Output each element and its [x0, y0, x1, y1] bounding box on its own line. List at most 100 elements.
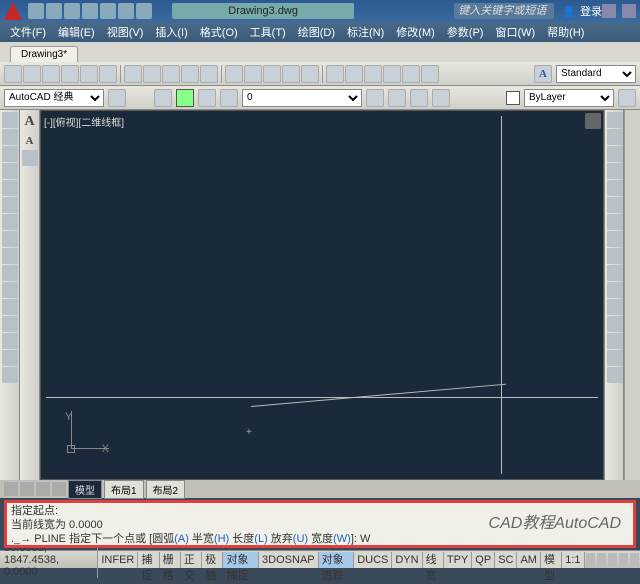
login-area[interactable]: 👤 登录: [562, 3, 602, 19]
saveas-icon[interactable]: [82, 3, 98, 19]
textstyle-select[interactable]: Standard: [556, 65, 636, 83]
toolbar-icon[interactable]: [244, 65, 262, 83]
join-icon[interactable]: [607, 316, 623, 332]
menu-item[interactable]: 标注(N): [347, 24, 384, 40]
mtext-icon[interactable]: [2, 350, 18, 366]
ucs-icon[interactable]: Y X: [59, 411, 109, 461]
toolbar-icon[interactable]: [162, 65, 180, 83]
toolbar-icon[interactable]: [80, 65, 98, 83]
tab-nav-next-icon[interactable]: [36, 482, 50, 496]
point-icon[interactable]: [2, 265, 18, 281]
layer-freeze-icon[interactable]: [198, 89, 216, 107]
menu-item[interactable]: 编辑(E): [58, 24, 95, 40]
chamfer-icon[interactable]: [607, 333, 623, 349]
menu-item[interactable]: 格式(O): [200, 24, 238, 40]
toolbar-icon[interactable]: [42, 65, 60, 83]
ellipse-arc-icon[interactable]: [2, 248, 18, 264]
textstyle-icon[interactable]: A: [534, 65, 552, 83]
layer-filter2-icon[interactable]: [388, 89, 406, 107]
array-icon[interactable]: [607, 180, 623, 196]
status-toggle[interactable]: DUCS: [354, 552, 392, 568]
spline-icon[interactable]: [2, 214, 18, 230]
toolbar-icon[interactable]: [181, 65, 199, 83]
status-right-button[interactable]: 模型: [541, 552, 562, 568]
status-toggle[interactable]: AM: [517, 552, 541, 568]
menu-item[interactable]: 绘图(D): [298, 24, 335, 40]
toolbar-icon[interactable]: [282, 65, 300, 83]
mirror-icon[interactable]: [607, 146, 623, 162]
status-toggle[interactable]: 捕捉: [138, 552, 159, 568]
color-swatch-icon[interactable]: [506, 91, 520, 105]
toolbar-icon[interactable]: [263, 65, 281, 83]
menu-item[interactable]: 参数(P): [447, 24, 484, 40]
layer-filter3-icon[interactable]: [410, 89, 428, 107]
rotate-icon[interactable]: [607, 214, 623, 230]
tab-nav-prev-icon[interactable]: [20, 482, 34, 496]
toolbar-icon[interactable]: [402, 65, 420, 83]
status-tray-icon[interactable]: [608, 553, 617, 567]
status-toggle[interactable]: 3DOSNAP: [259, 552, 319, 568]
status-tray-icon[interactable]: [586, 553, 595, 567]
scale-icon[interactable]: [607, 231, 623, 247]
trim-icon[interactable]: [607, 265, 623, 281]
menu-item[interactable]: 窗口(W): [495, 24, 535, 40]
move-icon[interactable]: [607, 197, 623, 213]
pline-icon[interactable]: [2, 129, 18, 145]
arc-icon[interactable]: [2, 180, 18, 196]
layer-lock-icon[interactable]: [220, 89, 238, 107]
status-toggle[interactable]: INFER: [98, 552, 138, 568]
open-icon[interactable]: [46, 3, 62, 19]
table-icon[interactable]: [2, 333, 18, 349]
toolbar-icon[interactable]: [23, 65, 41, 83]
erase-icon[interactable]: [607, 112, 623, 128]
circle-icon[interactable]: [2, 197, 18, 213]
menu-item[interactable]: 插入(I): [155, 24, 187, 40]
rect-icon[interactable]: [2, 163, 18, 179]
dim-icon[interactable]: [22, 150, 38, 166]
toolbar-icon[interactable]: [301, 65, 319, 83]
layer-select[interactable]: 0: [242, 89, 362, 107]
status-tray-icon[interactable]: [630, 553, 639, 567]
toolbar-icon[interactable]: [99, 65, 117, 83]
layer-props-icon[interactable]: [154, 89, 172, 107]
ws-settings-icon[interactable]: [108, 89, 126, 107]
status-toggle[interactable]: SC: [495, 552, 517, 568]
toolbar-icon[interactable]: [200, 65, 218, 83]
status-toggle[interactable]: DYN: [392, 552, 422, 568]
status-tray-icon[interactable]: [619, 553, 628, 567]
menu-item[interactable]: 修改(M): [396, 24, 435, 40]
workspace-select[interactable]: AutoCAD 经典: [4, 89, 104, 107]
tab-nav-first-icon[interactable]: [4, 482, 18, 496]
command-line[interactable]: 指定起点: 当前线宽为 0.0000 ._→ PLINE 指定下一个点或 [圆弧…: [4, 500, 636, 548]
redo-icon[interactable]: [136, 3, 152, 19]
insert-icon[interactable]: [2, 367, 18, 383]
vertical-scrollbar[interactable]: [624, 110, 640, 480]
toolbar-icon[interactable]: [143, 65, 161, 83]
toolbar-icon[interactable]: [124, 65, 142, 83]
menu-item[interactable]: 帮助(H): [547, 24, 584, 40]
layer-color-icon[interactable]: [176, 89, 194, 107]
toolbar-icon[interactable]: [364, 65, 382, 83]
save-icon[interactable]: [64, 3, 80, 19]
toolbar-icon[interactable]: [61, 65, 79, 83]
status-toggle[interactable]: 栅格: [160, 552, 181, 568]
toolbar-icon[interactable]: [4, 65, 22, 83]
status-toggle[interactable]: 对象追踪: [319, 552, 355, 568]
exchange-icon[interactable]: [602, 4, 616, 18]
extend-icon[interactable]: [607, 282, 623, 298]
copy-icon[interactable]: [607, 129, 623, 145]
toolbar-icon[interactable]: [345, 65, 363, 83]
navcube-icon[interactable]: [585, 113, 601, 129]
fillet-icon[interactable]: [607, 350, 623, 366]
new-icon[interactable]: [28, 3, 44, 19]
toolbar-icon[interactable]: [421, 65, 439, 83]
line-icon[interactable]: [2, 112, 18, 128]
status-toggle[interactable]: 正交: [181, 552, 202, 568]
undo-icon[interactable]: [118, 3, 134, 19]
polygon-icon[interactable]: [2, 146, 18, 162]
tab-nav-last-icon[interactable]: [52, 482, 66, 496]
offset-icon[interactable]: [607, 163, 623, 179]
status-right-button[interactable]: 1:1: [562, 552, 584, 568]
status-toggle[interactable]: 线宽: [423, 552, 444, 568]
stretch-icon[interactable]: [607, 248, 623, 264]
